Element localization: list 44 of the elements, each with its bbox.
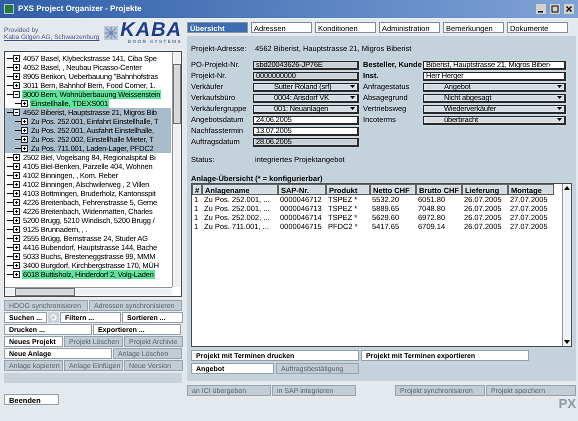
expand-icon[interactable] bbox=[7, 234, 21, 243]
expand-icon[interactable] bbox=[15, 117, 29, 126]
expand-icon[interactable] bbox=[7, 261, 21, 270]
caret-icon bbox=[350, 107, 355, 110]
app-icon bbox=[4, 4, 14, 14]
expand-icon[interactable] bbox=[7, 72, 21, 81]
expand-icon[interactable] bbox=[7, 54, 21, 63]
caret-icon bbox=[557, 107, 562, 110]
expand-icon[interactable] bbox=[15, 144, 29, 153]
brand-logo: KABA bbox=[120, 21, 182, 39]
expand-icon[interactable] bbox=[7, 252, 21, 261]
expand-icon[interactable] bbox=[7, 162, 21, 171]
window-title: PXS Project Organizer - Projekte bbox=[18, 3, 143, 15]
expand-icon[interactable] bbox=[15, 126, 29, 135]
horizontal-scrollbar[interactable] bbox=[5, 287, 172, 296]
expand-icon[interactable] bbox=[7, 81, 21, 90]
expand-icon[interactable] bbox=[7, 198, 21, 207]
collapse-icon[interactable] bbox=[7, 90, 21, 99]
expand-icon[interactable] bbox=[7, 171, 21, 180]
scroll-down-icon[interactable] bbox=[563, 338, 571, 346]
expand-icon[interactable] bbox=[7, 63, 21, 72]
caret-icon bbox=[557, 96, 562, 99]
collapse-icon[interactable] bbox=[7, 108, 21, 117]
expand-icon[interactable] bbox=[7, 216, 21, 225]
scroll-up-icon[interactable] bbox=[563, 184, 571, 192]
vertical-scrollbar[interactable] bbox=[172, 52, 181, 287]
close-icon[interactable] bbox=[564, 4, 574, 14]
expand-icon[interactable] bbox=[7, 225, 21, 234]
caret-icon bbox=[350, 96, 355, 99]
caret-icon bbox=[350, 85, 355, 88]
minimize-icon[interactable] bbox=[536, 4, 546, 14]
expand-icon[interactable] bbox=[7, 243, 21, 252]
maximize-icon[interactable] bbox=[550, 4, 560, 14]
caret-icon bbox=[557, 118, 562, 121]
expand-icon[interactable] bbox=[7, 180, 21, 189]
expand-icon[interactable] bbox=[7, 207, 21, 216]
app-logo: PX bbox=[558, 397, 576, 411]
expand-icon[interactable] bbox=[15, 99, 29, 108]
expand-icon[interactable] bbox=[7, 153, 21, 162]
expand-icon[interactable] bbox=[7, 189, 21, 198]
caret-icon bbox=[557, 85, 562, 88]
expand-icon[interactable] bbox=[15, 135, 29, 144]
vertical-scrollbar[interactable] bbox=[562, 184, 571, 346]
expand-icon[interactable] bbox=[7, 270, 21, 279]
